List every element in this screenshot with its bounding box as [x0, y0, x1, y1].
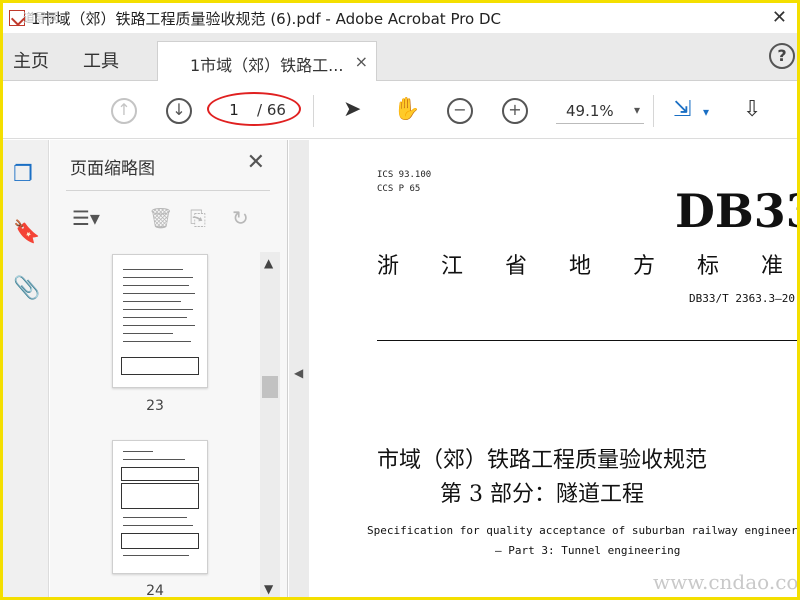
ics-code: ICS 93.100	[377, 170, 432, 180]
province-standard-heading: 浙江省地方标准	[377, 254, 797, 279]
thumbnail-page-label: 23	[146, 398, 164, 414]
thumbnail-table	[121, 483, 199, 509]
thumbnail-table	[121, 533, 199, 549]
db-heading: DB33	[675, 184, 797, 238]
insert-page-icon[interactable]: ⎘	[190, 206, 206, 230]
thumbnail-scrollbar[interactable]: ▲ ▼	[260, 252, 280, 597]
ccs-code: CCS P 65	[377, 184, 421, 194]
window-close-button[interactable]: ✕	[772, 7, 787, 28]
thumbnail-text-line	[123, 459, 185, 460]
page-thumbnails-icon[interactable]: ❐	[13, 162, 33, 187]
page-thumbnail-24[interactable]	[112, 440, 208, 574]
corner-watermark: 道导网	[23, 11, 60, 25]
attachments-icon[interactable]: 📎	[13, 276, 40, 301]
rotate-page-icon[interactable]: ↻	[232, 206, 249, 230]
zoom-level-value: 49.1%	[566, 102, 614, 120]
document-tab[interactable]: 1市域（郊）铁路工... ×	[157, 41, 377, 82]
thumbnail-text-line	[123, 293, 195, 294]
zoom-level-dropdown[interactable]: 49.1% ▾	[556, 100, 644, 124]
document-title-line-2: 第 3 部分：隧道工程	[440, 482, 644, 507]
fit-page-icon[interactable]: ⇲	[673, 97, 691, 122]
zoom-out-button[interactable]: −	[447, 98, 473, 124]
standard-code: DB33/T 2363.3—20	[689, 292, 795, 305]
thumbnail-text-line	[123, 333, 173, 334]
help-button[interactable]: ?	[769, 43, 795, 69]
thumbnail-text-line	[123, 517, 187, 518]
thumbnail-text-line	[123, 525, 193, 526]
thumbnail-text-line	[123, 277, 193, 278]
next-page-button[interactable]: ↓	[166, 98, 192, 124]
page-thumbnails-panel: 页面缩略图 ✕ ☰▾ 🗑 ⎘ ↻ 23 24 ▲ ▼	[50, 140, 288, 597]
thumbnail-text-line	[123, 269, 183, 270]
chevron-down-icon: ▾	[633, 103, 640, 117]
thumbnail-text-line	[123, 301, 181, 302]
thumbnail-text-line	[123, 341, 191, 342]
thumbnail-table	[121, 357, 199, 375]
panel-divider	[66, 190, 270, 191]
previous-page-button[interactable]: ↑	[111, 98, 137, 124]
toolbar-separator	[313, 95, 314, 127]
english-title-line-2: — Part 3: Tunnel engineering	[495, 544, 681, 557]
page-thumbnail-23[interactable]	[112, 254, 208, 388]
window-title: 1市域（郊）铁路工程质量验收规范 (6).pdf - Adobe Acrobat…	[31, 9, 502, 28]
chevron-left-icon: ◀	[294, 366, 304, 380]
english-title-line-1: Specification for quality acceptance of …	[367, 524, 797, 537]
document-view[interactable]: ICS 93.100 CCS P 65 DB33 浙江省地方标准 DB33/T …	[309, 140, 797, 597]
delete-page-icon[interactable]: 🗑	[148, 206, 173, 230]
zoom-in-button[interactable]: +	[502, 98, 528, 124]
thumbnail-text-line	[123, 451, 153, 452]
thumbnail-page-label: 24	[146, 583, 164, 597]
scroll-mode-icon[interactable]: ⇩	[743, 97, 761, 122]
page-total-count: / 66	[257, 101, 286, 119]
thumbnail-text-line	[123, 325, 195, 326]
select-tool-icon[interactable]: ➤	[343, 97, 361, 122]
toolbar: ↑ ↓ 1 / 66 ➤ ✋ − + 49.1% ▾ ⇲ ▾ ⇩	[3, 81, 797, 139]
menu-home[interactable]: 主页	[13, 47, 49, 73]
thumbnail-options-icon[interactable]: ☰▾	[72, 206, 100, 230]
chevron-down-icon[interactable]: ▾	[703, 105, 709, 119]
header-rule	[377, 340, 797, 341]
bookmarks-icon[interactable]: 🔖	[13, 220, 40, 245]
document-tab-label: 1市域（郊）铁路工...	[190, 56, 344, 75]
thumbnail-text-line	[123, 285, 189, 286]
thumbnail-table	[121, 467, 199, 481]
acrobat-window: 1市域（郊）铁路工程质量验收规范 (6).pdf - Adobe Acrobat…	[3, 3, 797, 597]
toolbar-separator	[653, 95, 654, 127]
thumbnail-list: 23 24	[50, 252, 260, 597]
hand-tool-icon[interactable]: ✋	[393, 97, 420, 122]
document-tab-close-button[interactable]: ×	[355, 52, 368, 71]
thumbnail-text-line	[123, 309, 193, 310]
scrollbar-thumb[interactable]	[262, 376, 278, 398]
tab-bar: 主页 工具 1市域（郊）铁路工... × ?	[3, 33, 797, 82]
document-title-line-1: 市域（郊）铁路工程质量验收规范	[376, 448, 707, 473]
scroll-down-arrow[interactable]: ▼	[264, 582, 273, 596]
page-number-input[interactable]: 1	[216, 101, 252, 121]
scroll-up-arrow[interactable]: ▲	[264, 256, 273, 270]
panel-close-button[interactable]: ✕	[247, 150, 265, 175]
thumbnail-text-line	[123, 317, 187, 318]
panel-collapse-handle[interactable]: ◀	[289, 140, 309, 597]
thumbnail-text-line	[123, 555, 189, 556]
site-watermark: www.cndao.com	[653, 570, 797, 594]
title-bar: 1市域（郊）铁路工程质量验收规范 (6).pdf - Adobe Acrobat…	[3, 3, 797, 33]
navigation-rail: ❐ 🔖 📎	[3, 140, 49, 597]
panel-title: 页面缩略图	[70, 159, 155, 179]
menu-tools[interactable]: 工具	[83, 47, 119, 73]
